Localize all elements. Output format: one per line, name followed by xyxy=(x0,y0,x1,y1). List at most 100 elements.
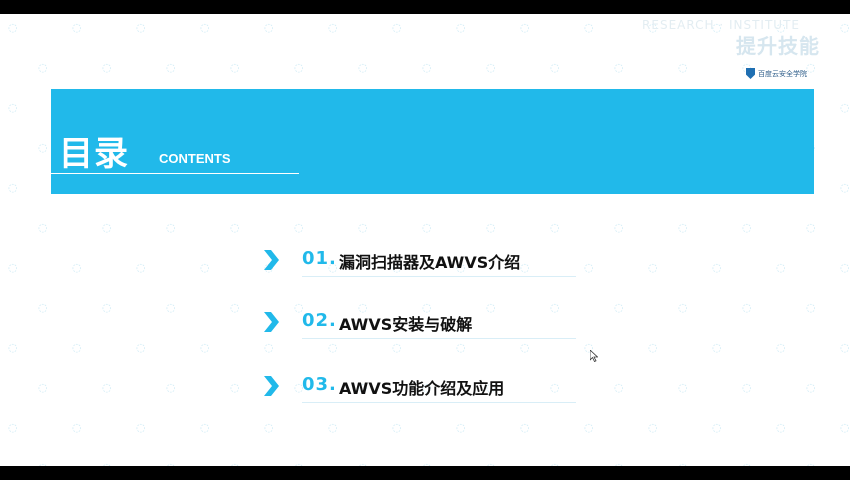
watermark-mark: ◌ xyxy=(102,221,112,234)
watermark-mark: ◌ xyxy=(102,462,112,466)
watermark-mark: ◌ xyxy=(614,462,624,466)
toc-number: 02. xyxy=(302,310,337,331)
watermark-mark: ◌ xyxy=(776,261,786,274)
toc-divider xyxy=(302,402,576,403)
watermark-mark: ◌ xyxy=(392,341,402,354)
watermark-mark: ◌ xyxy=(358,221,368,234)
watermark-mark: ◌ xyxy=(712,341,722,354)
slide: ◌ ◌ ◌ ◌ ◌ ◌ ◌ ◌ ◌ ◌ ◌ ◌ ◌ ◌ ◌ ◌ ◌ ◌ ◌ ◌ ◌ ◌ ◌ ◌ ◌ ◌ ◌ ◌ ◌ ◌ ◌ ◌ ◌ ◌ ◌ ◌ ◌ ◌ ◌ ◌… xyxy=(0,14,850,466)
watermark-mark: ◌ xyxy=(200,21,210,34)
watermark-mark: ◌ xyxy=(584,261,594,274)
watermark-mark: ◌ xyxy=(230,301,240,314)
watermark-mark: ◌ xyxy=(166,61,176,74)
watermark-mark: ◌ xyxy=(806,301,816,314)
watermark-mark: ◌ xyxy=(392,21,402,34)
watermark-mark: ◌ xyxy=(456,421,466,434)
toc-number: 03. xyxy=(302,374,337,395)
watermark-mark: ◌ xyxy=(584,21,594,34)
watermark-mark: ◌ xyxy=(614,221,624,234)
watermark-mark: ◌ xyxy=(294,221,304,234)
watermark-mark: ◌ xyxy=(840,101,850,114)
badge-label: 百度云安全学院 xyxy=(758,69,807,78)
page-subtitle: CONTENTS xyxy=(159,151,231,166)
top-logo: RESEARCH · INSTITUTE 提升技能 xyxy=(638,16,838,78)
watermark-mark: ◌ xyxy=(136,341,146,354)
toc-number: 01. xyxy=(302,248,337,269)
shield-icon xyxy=(746,68,755,79)
chevron-right-icon xyxy=(264,312,279,332)
watermark-mark: ◌ xyxy=(712,421,722,434)
watermark-mark: ◌ xyxy=(486,221,496,234)
watermark-mark: ◌ xyxy=(200,421,210,434)
watermark-mark: ◌ xyxy=(648,261,658,274)
watermark-mark: ◌ xyxy=(294,462,304,466)
watermark-mark: ◌ xyxy=(72,421,82,434)
watermark-mark: ◌ xyxy=(200,341,210,354)
watermark-mark: ◌ xyxy=(614,61,624,74)
chevron-right-icon xyxy=(264,376,279,396)
watermark-mark: ◌ xyxy=(102,301,112,314)
watermark-mark: ◌ xyxy=(550,61,560,74)
watermark-mark: ◌ xyxy=(840,261,850,274)
watermark-mark: ◌ xyxy=(8,181,18,194)
watermark-mark: ◌ xyxy=(358,462,368,466)
watermark-mark: ◌ xyxy=(520,341,530,354)
watermark-mark: ◌ xyxy=(38,61,48,74)
watermark-mark: ◌ xyxy=(200,261,210,274)
watermark-mark: ◌ xyxy=(38,141,48,154)
toc-item-2[interactable]: 02. AWVS安装与破解 xyxy=(262,304,578,340)
watermark-mark: ◌ xyxy=(38,221,48,234)
watermark-mark: ◌ xyxy=(742,221,752,234)
watermark-mark: ◌ xyxy=(806,221,816,234)
toc-item-1[interactable]: 01. 漏洞扫描器及AWVS介绍 xyxy=(262,242,578,278)
watermark-mark: ◌ xyxy=(166,221,176,234)
watermark-mark: ◌ xyxy=(72,341,82,354)
watermark-mark: ◌ xyxy=(486,462,496,466)
watermark-mark: ◌ xyxy=(136,21,146,34)
watermark-mark: ◌ xyxy=(102,61,112,74)
watermark-mark: ◌ xyxy=(230,381,240,394)
watermark-mark: ◌ xyxy=(678,462,688,466)
watermark-mark: ◌ xyxy=(422,462,432,466)
contents-banner: 目录 CONTENTS xyxy=(51,89,814,194)
watermark-mark: ◌ xyxy=(294,61,304,74)
watermark-mark: ◌ xyxy=(230,61,240,74)
watermark-mark: ◌ xyxy=(520,421,530,434)
watermark-mark: ◌ xyxy=(678,381,688,394)
watermark-mark: ◌ xyxy=(840,341,850,354)
watermark-mark: ◌ xyxy=(742,462,752,466)
watermark-mark: ◌ xyxy=(264,341,274,354)
watermark-mark: ◌ xyxy=(166,381,176,394)
toc-item-3[interactable]: 03. AWVS功能介绍及应用 xyxy=(262,368,578,404)
toc-label: AWVS功能介绍及应用 xyxy=(339,379,505,398)
watermark-mark: ◌ xyxy=(8,341,18,354)
watermark-mark: ◌ xyxy=(840,21,850,34)
watermark-mark: ◌ xyxy=(456,341,466,354)
institution-badge: 百度云安全学院 xyxy=(746,66,808,81)
watermark-mark: ◌ xyxy=(8,421,18,434)
toc-divider xyxy=(302,338,576,339)
watermark-mark: ◌ xyxy=(72,21,82,34)
watermark-mark: ◌ xyxy=(806,462,816,466)
watermark-mark: ◌ xyxy=(776,421,786,434)
watermark-mark: ◌ xyxy=(840,421,850,434)
watermark-mark: ◌ xyxy=(422,221,432,234)
toc-label: 漏洞扫描器及AWVS介绍 xyxy=(339,253,521,272)
watermark-mark: ◌ xyxy=(166,462,176,466)
watermark-mark: ◌ xyxy=(38,381,48,394)
watermark-mark: ◌ xyxy=(264,421,274,434)
chevron-right-icon xyxy=(264,250,279,270)
mouse-cursor-icon xyxy=(590,350,598,362)
watermark-mark: ◌ xyxy=(584,421,594,434)
watermark-mark: ◌ xyxy=(614,381,624,394)
watermark-mark: ◌ xyxy=(38,301,48,314)
watermark-mark: ◌ xyxy=(742,301,752,314)
watermark-mark: ◌ xyxy=(840,181,850,194)
watermark-mark: ◌ xyxy=(648,421,658,434)
page-title: 目录 xyxy=(59,134,129,174)
watermark-mark: ◌ xyxy=(38,462,48,466)
watermark-mark: ◌ xyxy=(8,261,18,274)
watermark-mark: ◌ xyxy=(648,341,658,354)
watermark-mark: ◌ xyxy=(712,261,722,274)
watermark-mark: ◌ xyxy=(264,21,274,34)
